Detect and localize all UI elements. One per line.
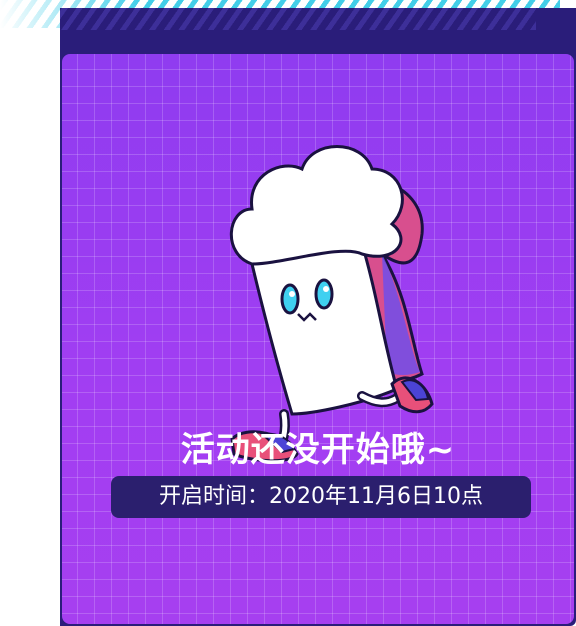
mascot-right-eye <box>314 278 334 310</box>
mascot-left-eye <box>280 283 300 315</box>
frame-stripe-band <box>60 8 536 30</box>
not-started-headline: 活动还没开始哦~ <box>180 430 456 470</box>
start-time-badge: 开启时间：2020年11月6日10点 <box>111 476 531 518</box>
activity-card: 活动还没开始哦~ 开启时间：2020年11月6日10点 <box>62 54 574 624</box>
running-mascot-illustration <box>229 145 434 463</box>
activity-not-started-page: 活动还没开始哦~ 开启时间：2020年11月6日10点 <box>0 0 576 626</box>
mascot-hair <box>229 145 404 266</box>
